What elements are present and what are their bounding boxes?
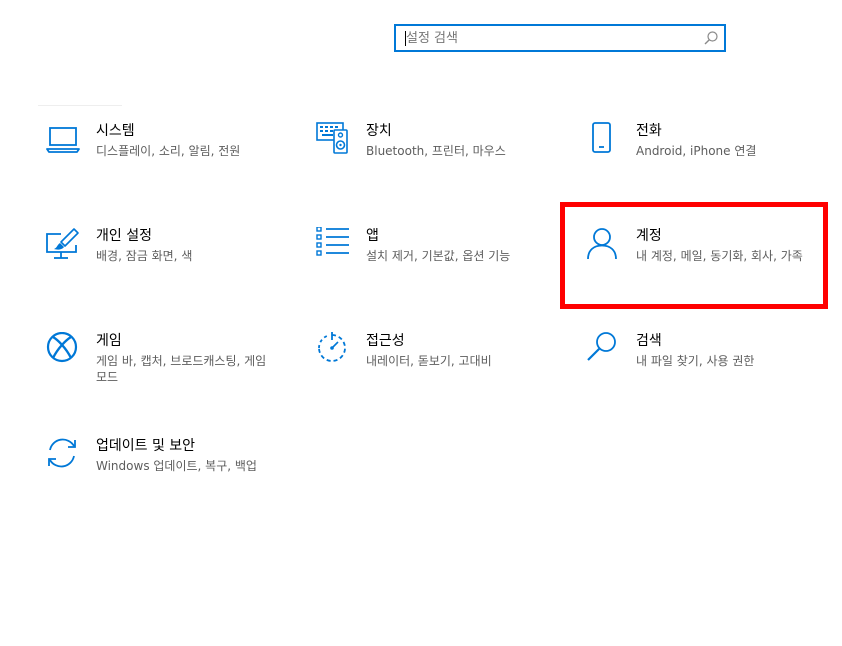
tile-title: 게임 xyxy=(96,333,122,349)
tile-title: 업데이트 및 보안 xyxy=(96,438,196,454)
tile-title: 접근성 xyxy=(366,333,405,349)
tile-personalization[interactable]: 개인 설정 배경, 잠금 화면, 색 xyxy=(46,227,286,307)
laptop-icon xyxy=(46,122,82,158)
highlight-box xyxy=(560,202,828,309)
search-icon xyxy=(586,332,622,368)
xbox-icon xyxy=(46,332,82,368)
paint-monitor-icon xyxy=(46,227,82,263)
tile-description: Windows 업데이트, 복구, 백업 xyxy=(96,459,257,473)
divider xyxy=(38,105,122,106)
tile-gaming[interactable]: 게임 게임 바, 캡처, 브로드캐스팅, 게임 모드 xyxy=(46,332,286,412)
tile-description: 디스플레이, 소리, 알림, 전원 xyxy=(96,144,241,158)
tile-description: Bluetooth, 프린터, 마우스 xyxy=(366,144,506,158)
tile-system[interactable]: 시스템 디스플레이, 소리, 알림, 전원 xyxy=(46,122,286,202)
tile-devices[interactable]: 장치 Bluetooth, 프린터, 마우스 xyxy=(316,122,556,202)
tile-title: 검색 xyxy=(636,333,662,349)
tile-title: 개인 설정 xyxy=(96,228,152,244)
text-caret xyxy=(405,31,406,46)
tile-search[interactable]: 검색 내 파일 찾기, 사용 권한 xyxy=(586,332,826,412)
tile-phone[interactable]: 전화 Android, iPhone 연결 xyxy=(586,122,826,202)
tile-apps[interactable]: 앱 설치 제거, 기본값, 옵션 기능 xyxy=(316,227,556,307)
tile-update-security[interactable]: 업데이트 및 보안 Windows 업데이트, 복구, 백업 xyxy=(46,437,286,517)
tile-description: 배경, 잠금 화면, 색 xyxy=(96,249,193,263)
tile-title: 전화 xyxy=(636,123,662,139)
search-button[interactable] xyxy=(702,29,720,47)
tile-description: 내레이터, 돋보기, 고대비 xyxy=(366,354,492,368)
search-icon xyxy=(704,31,718,45)
sync-icon xyxy=(46,437,82,473)
keyboard-speaker-icon xyxy=(316,122,352,158)
tile-ease-of-access[interactable]: 접근성 내레이터, 돋보기, 고대비 xyxy=(316,332,556,412)
search-box[interactable] xyxy=(394,24,726,52)
ease-of-access-icon xyxy=(316,332,352,368)
phone-icon xyxy=(586,122,622,158)
tile-description: 설치 제거, 기본값, 옵션 기능 xyxy=(366,249,511,263)
search-input[interactable] xyxy=(396,26,706,50)
tile-title: 시스템 xyxy=(96,123,135,139)
tile-description: Android, iPhone 연결 xyxy=(636,144,757,158)
tile-description: 내 파일 찾기, 사용 권한 xyxy=(636,354,755,368)
tile-title: 앱 xyxy=(366,228,379,244)
apps-list-icon xyxy=(316,227,352,263)
tile-description: 게임 바, 캡처, 브로드캐스팅, 게임 모드 xyxy=(96,354,267,384)
tile-title: 장치 xyxy=(366,123,392,139)
